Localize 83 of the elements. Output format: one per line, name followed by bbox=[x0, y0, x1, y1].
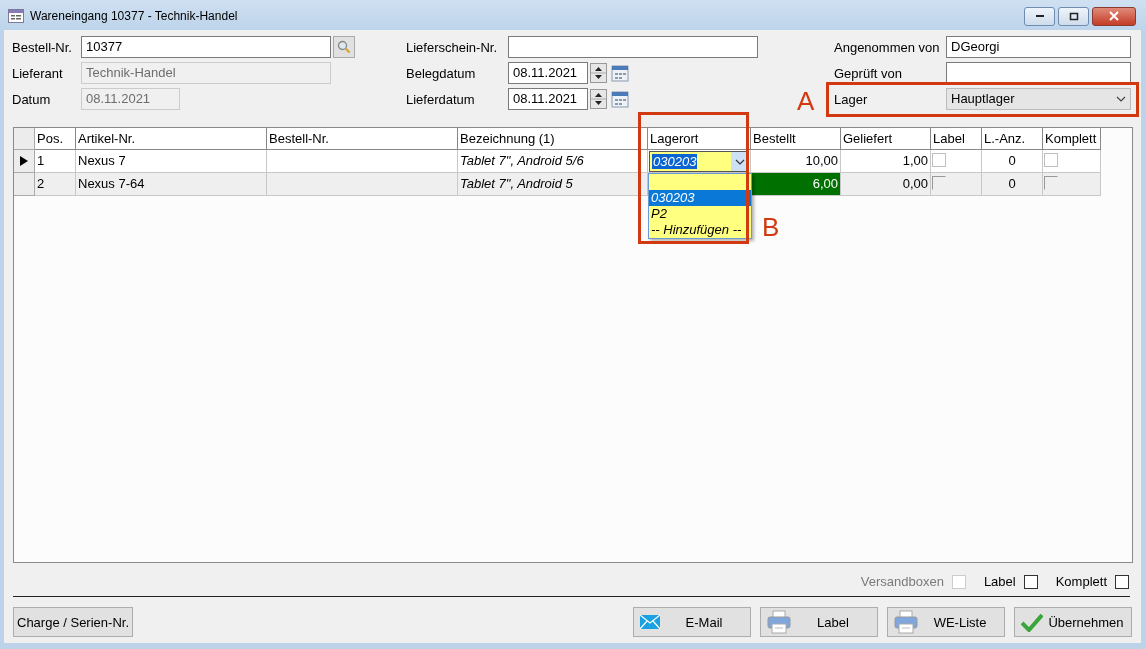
field-label: Lieferschein-Nr. bbox=[406, 39, 499, 55]
printer-icon bbox=[767, 610, 791, 634]
table-cell: 6,00 bbox=[751, 173, 841, 196]
date-field[interactable]: 08.11.2021 bbox=[508, 88, 588, 110]
window-icon bbox=[8, 9, 24, 23]
column-header[interactable]: Artikel-Nr. bbox=[76, 128, 267, 150]
table-cell: 1,00 bbox=[841, 150, 931, 173]
checkbox[interactable] bbox=[932, 153, 946, 167]
minimize-icon bbox=[1034, 14, 1045, 18]
printer-icon bbox=[894, 610, 918, 634]
column-header[interactable]: L.-Anz. bbox=[982, 128, 1043, 150]
dropdown-option[interactable]: -- Hinzufügen -- bbox=[649, 222, 751, 238]
row-header bbox=[14, 128, 35, 150]
chevron-icon bbox=[734, 158, 745, 165]
annotation-letter: A bbox=[797, 87, 815, 115]
dropdown-option[interactable]: P2 bbox=[649, 206, 751, 222]
input-field[interactable]: 08.11.2021 bbox=[81, 88, 180, 110]
close-button[interactable] bbox=[1092, 6, 1136, 26]
action-button[interactable]: E-Mail bbox=[633, 607, 751, 637]
envelope-icon bbox=[640, 615, 660, 629]
spin-control[interactable] bbox=[590, 89, 607, 109]
column-header[interactable]: Komplett bbox=[1043, 128, 1101, 150]
table-cell: 1 bbox=[35, 150, 76, 173]
column-header[interactable]: Bezeichnung (1) bbox=[458, 128, 648, 150]
table-cell: 0,00 bbox=[841, 173, 931, 196]
field-label: Lager bbox=[834, 91, 869, 107]
column-header[interactable]: Bestell-Nr. bbox=[267, 128, 458, 150]
annotation-letter: B bbox=[762, 213, 780, 241]
checkbox[interactable] bbox=[932, 176, 946, 190]
table-cell: Nexus 7 bbox=[76, 150, 267, 173]
checkbox[interactable] bbox=[1044, 176, 1058, 190]
window-title: Wareneingang 10377 - Technik-Handel bbox=[30, 9, 238, 23]
table-cell: 0 bbox=[982, 173, 1043, 196]
input-field[interactable] bbox=[508, 36, 758, 58]
close-icon bbox=[1109, 11, 1119, 21]
calendar-icon[interactable] bbox=[611, 90, 629, 108]
table-cell: Tablet 7", Android 5/6 bbox=[458, 150, 648, 173]
checkbox-label: Komplett bbox=[1055, 574, 1107, 589]
table-cell: Nexus 7-64 bbox=[76, 173, 267, 196]
dropdown-option[interactable]: 030203 bbox=[649, 190, 751, 206]
input-field[interactable]: 10377 bbox=[81, 36, 331, 58]
column-header[interactable]: Geliefert bbox=[841, 128, 931, 150]
field-label: Datum bbox=[12, 91, 52, 107]
checkbox[interactable] bbox=[1115, 574, 1129, 589]
spin-control[interactable] bbox=[590, 63, 607, 83]
maximize-icon bbox=[1068, 11, 1079, 21]
charge-button[interactable]: Charge / Serien-Nr. bbox=[13, 607, 133, 637]
column-header[interactable]: Bestellt bbox=[751, 128, 841, 150]
table-cell: Tablet 7", Android 5 bbox=[458, 173, 648, 196]
action-button[interactable]: Übernehmen bbox=[1014, 607, 1132, 637]
input-field[interactable]: DGeorgi bbox=[946, 36, 1131, 58]
column-header[interactable]: Lagerort bbox=[648, 128, 751, 150]
checkbox[interactable] bbox=[1023, 574, 1038, 589]
action-button[interactable]: WE-Liste bbox=[887, 607, 1005, 637]
date-field[interactable]: 08.11.2021 bbox=[508, 62, 588, 84]
checkbox[interactable] bbox=[1044, 153, 1058, 167]
input-field[interactable] bbox=[946, 62, 1131, 84]
table-cell: 2 bbox=[35, 173, 76, 196]
maximize-button[interactable] bbox=[1058, 6, 1089, 26]
row-header[interactable] bbox=[14, 150, 35, 173]
checkbox-label: Label bbox=[983, 574, 1016, 589]
table-cell: 10,00 bbox=[751, 150, 841, 173]
field-label: Bestell-Nr. bbox=[12, 39, 73, 55]
minimize-button[interactable] bbox=[1024, 6, 1055, 26]
chevron-icon bbox=[1116, 96, 1126, 102]
input-field[interactable]: Technik-Handel bbox=[81, 62, 331, 84]
table-cell: 0 bbox=[982, 150, 1043, 173]
lager-dropdown[interactable]: Hauptlager bbox=[946, 88, 1131, 110]
column-header[interactable]: Label bbox=[931, 128, 982, 150]
field-label: Belegdatum bbox=[406, 65, 477, 81]
calendar-icon[interactable] bbox=[611, 64, 629, 82]
column-header[interactable]: Pos. bbox=[35, 128, 76, 150]
search-button[interactable] bbox=[333, 36, 355, 58]
field-label: Lieferant bbox=[12, 65, 64, 81]
field-label: Geprüft von bbox=[834, 65, 903, 81]
checkbox-label: Versandboxen bbox=[860, 574, 944, 589]
action-button[interactable]: Label bbox=[760, 607, 878, 637]
search-icon bbox=[337, 40, 351, 54]
field-label: Lieferdatum bbox=[406, 91, 476, 107]
current-row-icon bbox=[19, 155, 29, 167]
checkmark-icon bbox=[1021, 612, 1043, 632]
field-label: Angenommen von bbox=[834, 39, 941, 55]
lagerort-combobox[interactable]: 030203 bbox=[649, 151, 749, 172]
